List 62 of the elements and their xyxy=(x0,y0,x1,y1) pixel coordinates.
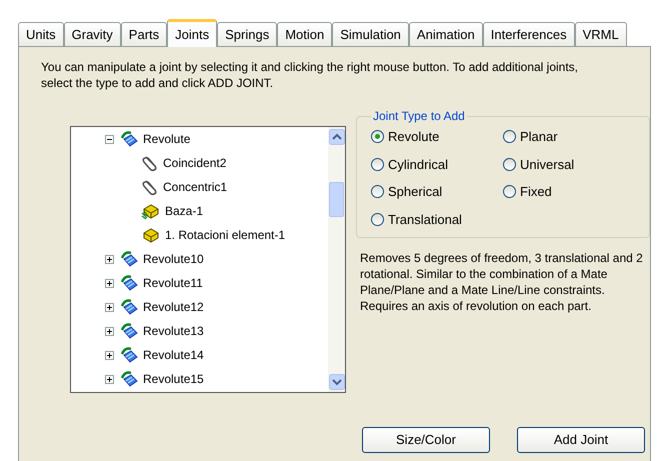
tree-item[interactable]: Baza-1 xyxy=(165,202,204,220)
joint-icon xyxy=(119,298,139,316)
radio-button[interactable] xyxy=(503,158,516,171)
tree-item[interactable]: Coincident2 xyxy=(163,154,226,172)
expand-icon[interactable] xyxy=(104,278,114,288)
description-text: Removes 5 degrees of freedom, 3 translational and 2 rotational. Similar to the combination of a Mate Plane/Plane and a Mate Line/Line constraints. Requires an axis of revolution on each part. xyxy=(360,250,644,314)
tree-item[interactable]: Revolute xyxy=(143,130,190,148)
radio-option[interactable]: Cylindrical xyxy=(371,154,503,174)
tab[interactable]: Interferences xyxy=(482,22,575,46)
tree-item[interactable]: 1. Rotacioni element-1 xyxy=(165,226,286,244)
radio-option[interactable]: Planar xyxy=(503,127,635,146)
radio-option[interactable]: Universal xyxy=(503,154,635,174)
scroll-thumb[interactable] xyxy=(329,182,344,217)
radio-button[interactable] xyxy=(371,185,384,198)
joint-icon xyxy=(119,322,139,340)
tree-item[interactable]: Revolute13 xyxy=(143,322,204,340)
part-icon xyxy=(141,226,161,244)
radio-button[interactable] xyxy=(371,158,384,171)
size-color-button[interactable]: Size/Color xyxy=(362,427,490,453)
add-joint-button[interactable]: Add Joint xyxy=(517,427,645,453)
radio-button[interactable] xyxy=(371,212,384,226)
tree-item[interactable]: Concentric1 xyxy=(163,178,228,196)
tab[interactable]: Animation xyxy=(408,22,483,46)
tab[interactable]: Gravity xyxy=(64,22,121,46)
joint-icon xyxy=(119,250,139,268)
tree-item[interactable]: Revolute12 xyxy=(143,298,204,316)
tab[interactable]: Parts xyxy=(120,22,168,46)
radio-button[interactable] xyxy=(503,130,516,144)
group-title: Joint Type to Add xyxy=(372,108,466,125)
tab[interactable]: VRML xyxy=(574,22,627,46)
expand-icon[interactable] xyxy=(104,374,114,384)
fixed-part-icon xyxy=(141,202,161,220)
instructions-text: You can manipulate a joint by selecting it and clicking the right mouse button. To add additional joints, select the type to add and click ADD JOINT. xyxy=(40,59,580,91)
joint-icon xyxy=(119,274,139,292)
collapse-icon[interactable] xyxy=(104,134,114,144)
tree-item[interactable]: Revolute15 xyxy=(143,370,204,388)
joint-icon xyxy=(119,346,139,364)
tab[interactable]: Units xyxy=(18,22,64,46)
radio-option[interactable]: Translational xyxy=(371,210,503,229)
tab[interactable]: Simulation xyxy=(332,22,409,46)
radio-option[interactable]: Fixed xyxy=(503,182,635,202)
paperclip-icon xyxy=(141,178,159,196)
expand-icon[interactable] xyxy=(104,350,114,360)
joint-icon xyxy=(119,370,139,388)
expand-icon[interactable] xyxy=(104,326,114,336)
scroll-down-icon[interactable] xyxy=(328,374,344,390)
scroll-up-icon[interactable] xyxy=(328,129,344,145)
scrollbar[interactable] xyxy=(328,127,345,392)
radio-option[interactable]: Revolute xyxy=(371,127,503,146)
tree-item[interactable]: Revolute10 xyxy=(143,250,204,268)
radio-button[interactable] xyxy=(503,185,516,198)
tree-item[interactable]: Revolute14 xyxy=(143,346,204,364)
tab[interactable]: Joints xyxy=(167,19,218,47)
tree-item[interactable]: Revolute11 xyxy=(143,274,203,292)
expand-icon[interactable] xyxy=(104,254,114,264)
radio-button[interactable] xyxy=(371,130,384,144)
tab[interactable]: Springs xyxy=(217,22,278,46)
expand-icon[interactable] xyxy=(104,302,114,312)
radio-option[interactable]: Spherical xyxy=(371,182,503,202)
joint-icon xyxy=(119,130,139,148)
tab[interactable]: Motion xyxy=(277,22,332,46)
paperclip-icon xyxy=(141,154,159,172)
